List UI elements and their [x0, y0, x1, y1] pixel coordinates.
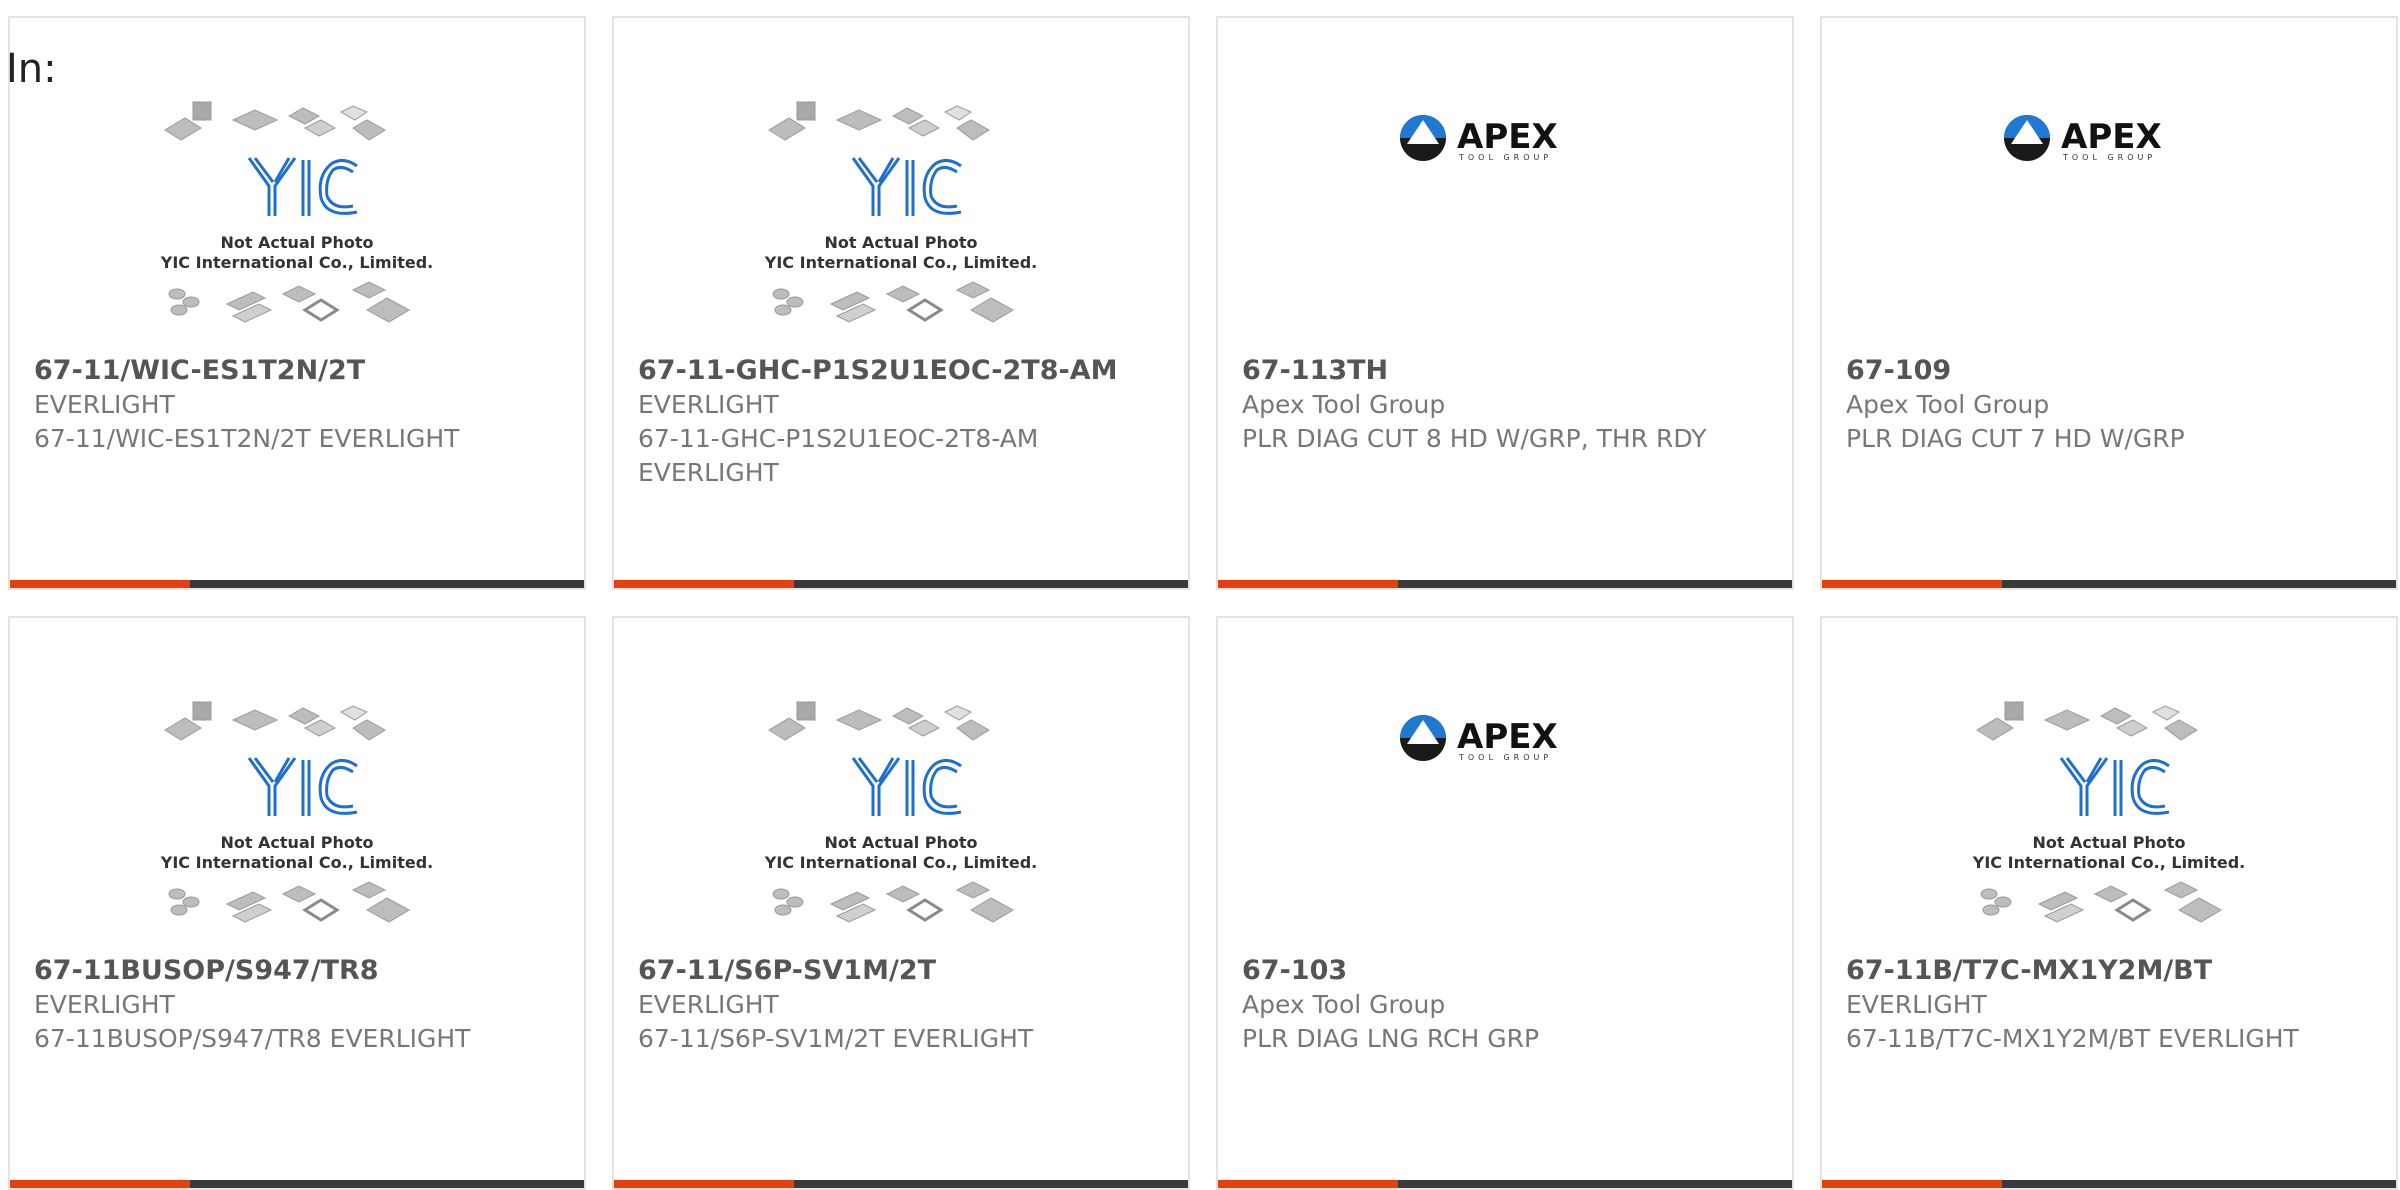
product-info: 67-11-GHC-P1S2U1EOC-2T8-AM EVERLIGHT 67-11… [638, 354, 1164, 490]
card-bottom-bar [1822, 580, 2396, 588]
card-bottom-bar [1218, 1180, 1792, 1188]
product-card[interactable]: Not Actual Photo YIC International Co., … [8, 16, 586, 590]
yic-placeholder-image: Not Actual Photo YIC International Co., … [160, 701, 433, 923]
card-bottom-bar [614, 1180, 1188, 1188]
product-description: 67-11-GHC-P1S2U1EOC-2T8-AM EVERLIGHT [638, 424, 1039, 487]
card-accent-bar [1218, 580, 1398, 588]
product-card[interactable]: Not Actual Photo YIC International Co., … [8, 616, 586, 1190]
card-bottom-bar [10, 580, 584, 588]
card-bottom-bar [614, 580, 1188, 588]
card-accent-bar [10, 580, 190, 588]
yic-caption-line1: Not Actual Photo [2032, 833, 2185, 852]
product-description: 67-11BUSOP/S947/TR8 EVERLIGHT [34, 1024, 471, 1053]
yic-caption-line1: Not Actual Photo [220, 833, 373, 852]
product-image[interactable]: Not Actual Photo YIC International Co., … [614, 98, 1188, 338]
card-accent-bar [1822, 1180, 2002, 1188]
yic-caption-line2: YIC International Co., Limited. [1972, 853, 2245, 872]
product-manufacturer: EVERLIGHT [638, 390, 779, 419]
product-info: 67-109 Apex Tool Group PLR DIAG CUT 7 HD W… [1846, 354, 2372, 456]
card-accent-bar [614, 580, 794, 588]
product-info: 67-11/S6P-SV1M/2T EVERLIGHT 67-11/S6P-SV1M… [638, 954, 1164, 1056]
product-card[interactable]: Not Actual Photo YIC International Co., … [612, 16, 1190, 590]
product-image[interactable]: Not Actual Photo YIC International Co., … [614, 698, 1188, 938]
yic-caption-line2: YIC International Co., Limited. [160, 253, 433, 272]
product-info: 67-113TH Apex Tool Group PLR DIAG CUT 8 HD… [1242, 354, 1768, 456]
card-bottom-bar [1822, 1180, 2396, 1188]
product-manufacturer: Apex Tool Group [1242, 390, 1446, 419]
apex-word: APEX [2061, 117, 2162, 157]
product-description: 67-11B/T7C-MX1Y2M/BT EVERLIGHT [1846, 1024, 2299, 1053]
apex-logo-image: APEX TOOL GROUP [1400, 115, 1558, 162]
yic-placeholder-image: Not Actual Photo YIC International Co., … [160, 101, 433, 323]
product-description: PLR DIAG CUT 7 HD W/GRP [1846, 424, 2185, 453]
product-part-number[interactable]: 67-11BUSOP/S947/TR8 [34, 954, 560, 988]
yic-placeholder-image: Not Actual Photo YIC International Co., … [764, 101, 1037, 323]
product-description: PLR DIAG LNG RCH GRP [1242, 1024, 1540, 1053]
yic-caption-line1: Not Actual Photo [824, 233, 977, 252]
page-label: In: [6, 46, 57, 92]
product-description: 67-11/S6P-SV1M/2T EVERLIGHT [638, 1024, 1034, 1053]
apex-tagline: TOOL GROUP [2062, 153, 2156, 162]
yic-placeholder-image: Not Actual Photo YIC International Co., … [1972, 701, 2245, 923]
apex-logo-image: APEX TOOL GROUP [1400, 715, 1558, 762]
yic-placeholder-image: Not Actual Photo YIC International Co., … [764, 701, 1037, 923]
product-image[interactable]: APEX TOOL GROUP [1822, 98, 2396, 338]
product-image[interactable]: APEX TOOL GROUP [1218, 698, 1792, 938]
product-part-number[interactable]: 67-11/S6P-SV1M/2T [638, 954, 1164, 988]
product-card[interactable]: Not Actual Photo YIC International Co., … [1820, 616, 2398, 1190]
product-description: PLR DIAG CUT 8 HD W/GRP, THR RDY [1242, 424, 1707, 453]
product-manufacturer: EVERLIGHT [638, 990, 779, 1019]
product-info: 67-103 Apex Tool Group PLR DIAG LNG RCH GR… [1242, 954, 1768, 1056]
yic-caption-line2: YIC International Co., Limited. [160, 853, 433, 872]
card-accent-bar [1822, 580, 2002, 588]
product-image[interactable]: Not Actual Photo YIC International Co., … [10, 98, 584, 338]
product-manufacturer: EVERLIGHT [34, 390, 175, 419]
card-bottom-bar [1218, 580, 1792, 588]
card-accent-bar [614, 1180, 794, 1188]
product-part-number[interactable]: 67-109 [1846, 354, 2372, 388]
product-manufacturer: EVERLIGHT [34, 990, 175, 1019]
product-part-number[interactable]: 67-11-GHC-P1S2U1EOC-2T8-AM [638, 354, 1164, 388]
product-part-number[interactable]: 67-11/WIC-ES1T2N/2T [34, 354, 560, 388]
yic-caption-line1: Not Actual Photo [220, 233, 373, 252]
card-accent-bar [1218, 1180, 1398, 1188]
product-card[interactable]: APEX TOOL GROUP 67-103 Apex Tool Group PLR… [1216, 616, 1794, 1190]
yic-caption-line2: YIC International Co., Limited. [764, 253, 1037, 272]
product-info: 67-11/WIC-ES1T2N/2T EVERLIGHT 67-11/WIC-ES… [34, 354, 560, 456]
product-card[interactable]: APEX TOOL GROUP 67-109 Apex Tool Group PLR… [1820, 16, 2398, 590]
apex-logo-image: APEX TOOL GROUP [2004, 115, 2162, 162]
apex-word: APEX [1457, 117, 1558, 157]
product-image[interactable]: APEX TOOL GROUP [1218, 98, 1792, 338]
apex-tagline: TOOL GROUP [1458, 753, 1552, 762]
product-image[interactable]: Not Actual Photo YIC International Co., … [1822, 698, 2396, 938]
yic-caption-line2: YIC International Co., Limited. [764, 853, 1037, 872]
apex-word: APEX [1457, 717, 1558, 757]
product-card[interactable]: Not Actual Photo YIC International Co., … [612, 616, 1190, 1190]
product-manufacturer: Apex Tool Group [1846, 390, 2050, 419]
product-part-number[interactable]: 67-103 [1242, 954, 1768, 988]
apex-tagline: TOOL GROUP [1458, 153, 1552, 162]
product-part-number[interactable]: 67-11B/T7C-MX1Y2M/BT [1846, 954, 2372, 988]
product-card[interactable]: APEX TOOL GROUP 67-113TH Apex Tool Group P… [1216, 16, 1794, 590]
product-info: 67-11B/T7C-MX1Y2M/BT EVERLIGHT 67-11B/T7C-… [1846, 954, 2372, 1056]
card-accent-bar [10, 1180, 190, 1188]
product-part-number[interactable]: 67-113TH [1242, 354, 1768, 388]
product-manufacturer: EVERLIGHT [1846, 990, 1987, 1019]
product-grid: Not Actual Photo YIC International Co., … [8, 16, 2400, 1190]
product-manufacturer: Apex Tool Group [1242, 990, 1446, 1019]
yic-caption-line1: Not Actual Photo [824, 833, 977, 852]
product-image[interactable]: Not Actual Photo YIC International Co., … [10, 698, 584, 938]
product-info: 67-11BUSOP/S947/TR8 EVERLIGHT 67-11BUSOP/S… [34, 954, 560, 1056]
card-bottom-bar [10, 1180, 584, 1188]
product-description: 67-11/WIC-ES1T2N/2T EVERLIGHT [34, 424, 460, 453]
